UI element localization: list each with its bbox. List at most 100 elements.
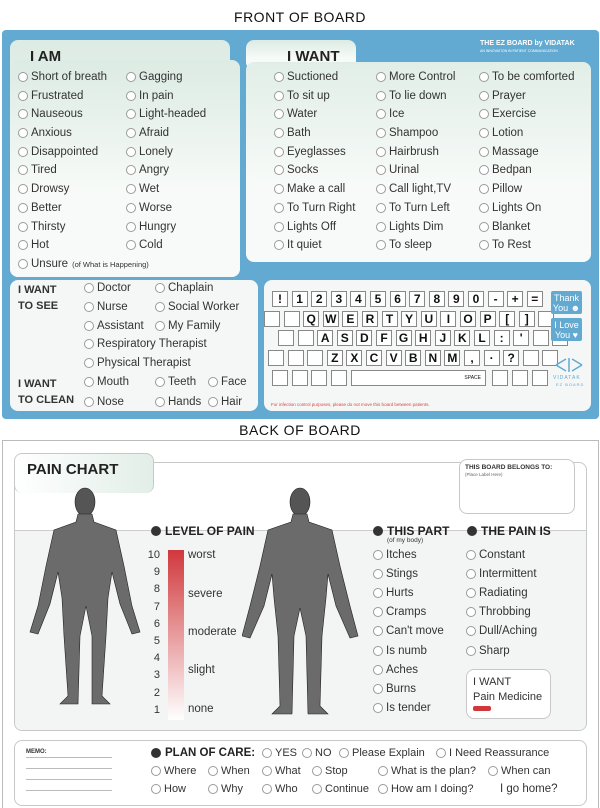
radio-pain-is[interactable]: Constant [466,549,525,561]
radio-i-want[interactable]: Blanket [479,221,530,233]
radio-this-part[interactable]: Itches [373,549,417,561]
radio-i-want[interactable]: Suctioned [274,71,338,83]
radio-i-want[interactable]: Shampoo [376,127,438,139]
radio-i-am[interactable]: Frustrated [18,90,83,102]
radio-i-want[interactable]: Pillow [479,183,522,195]
radio-i-want[interactable]: It quiet [274,239,322,251]
keyboard-key[interactable] [522,350,539,366]
keyboard-key[interactable] [291,370,308,386]
keyboard-key[interactable]: , [464,350,480,366]
radio-i-want[interactable]: To Turn Right [274,202,355,214]
pain-level-number[interactable]: 9 [146,566,160,578]
pain-level-number[interactable]: 3 [146,669,160,681]
radio-i-want[interactable]: Ice [376,108,404,120]
radio-see[interactable]: Physical Therapist [84,357,191,369]
keyboard-key[interactable]: R [362,311,378,327]
memo-line[interactable] [26,790,112,791]
radio-unsure[interactable]: Unsure (of What is Happening) [18,258,149,270]
radio-i-want[interactable]: Call light,TV [376,183,451,195]
keyboard-key[interactable]: · [483,350,500,366]
radio-i-am[interactable]: Short of breath [18,71,107,83]
keyboard-key[interactable] [330,370,347,386]
radio-see[interactable]: Respiratory Therapist [84,338,207,350]
radio-i-am[interactable]: Lonely [126,146,173,158]
radio-i-want[interactable]: Bedpan [479,164,532,176]
keyboard-key[interactable]: L [474,330,490,346]
radio-clean[interactable]: Hands [155,396,201,408]
keyboard-key[interactable] [268,350,284,366]
keyboard-key[interactable]: O [460,311,476,327]
keyboard-key[interactable]: ] [518,311,535,327]
keyboard-key[interactable]: Q [303,311,320,327]
radio-see[interactable]: Social Worker [155,301,239,313]
keyboard-key[interactable] [287,350,304,366]
keyboard-key[interactable]: K [454,330,471,346]
radio-i-want[interactable]: Water [274,108,317,120]
keyboard-key[interactable]: + [507,291,524,307]
keyboard-key[interactable] [307,350,324,366]
keyboard-key[interactable]: = [526,291,543,307]
keyboard-key[interactable]: ? [503,350,520,366]
pain-level-number[interactable]: 10 [146,549,160,561]
space-bar[interactable]: SPACE [351,370,486,386]
pain-level-number[interactable]: 6 [146,618,160,630]
radio-i-want[interactable]: To Turn Left [376,202,450,214]
radio-plan[interactable]: YES [262,747,297,759]
keyboard-key[interactable]: Y [401,311,418,327]
radio-i-want[interactable]: Bath [274,127,311,139]
radio-see[interactable]: Chaplain [155,282,213,294]
radio-i-want[interactable]: Eyeglasses [274,146,346,158]
radio-i-am[interactable]: Thirsty [18,221,66,233]
radio-i-want[interactable]: Lights Dim [376,221,443,233]
radio-i-am[interactable]: Anxious [18,127,72,139]
radio-clean[interactable]: Nose [84,396,124,408]
pain-level-number[interactable]: 2 [146,687,160,699]
keyboard-key[interactable]: 5 [370,291,386,307]
radio-this-part[interactable]: Burns [373,683,416,695]
keyboard-key[interactable]: 7 [409,291,426,307]
keyboard-key[interactable] [272,370,288,386]
radio-i-want[interactable]: Massage [479,146,539,158]
keyboard-key[interactable]: I [440,311,457,327]
radio-pain-is[interactable]: Sharp [466,645,510,657]
keyboard-key[interactable]: A [317,330,334,346]
radio-i-want[interactable]: To sleep [376,239,432,251]
radio-i-want[interactable]: Socks [274,164,318,176]
radio-plan[interactable]: When can [488,765,551,777]
keyboard-key[interactable] [492,370,508,386]
pain-level-number[interactable]: 1 [146,704,160,716]
radio-i-want[interactable]: Lights On [479,202,541,214]
radio-plan[interactable]: I Need Reassurance [436,747,549,759]
radio-pain-is[interactable]: Radiating [466,587,528,599]
keyboard-key[interactable]: P [479,311,496,327]
keyboard-key[interactable]: - [487,291,504,307]
radio-i-want[interactable]: Make a call [274,183,345,195]
radio-clean[interactable]: Teeth [155,376,196,388]
pain-level-number[interactable]: 7 [146,601,160,613]
radio-i-want[interactable]: More Control [376,71,455,83]
keyboard-key[interactable]: U [420,311,437,327]
radio-i-am[interactable]: Tired [18,164,57,176]
keyboard-key[interactable]: H [415,330,432,346]
radio-plan[interactable]: Where [151,765,196,777]
radio-plan[interactable]: How [151,783,186,795]
radio-this-part[interactable]: Is tender [373,702,431,714]
radio-i-am[interactable]: Afraid [126,127,169,139]
radio-i-want[interactable]: Urinal [376,164,419,176]
radio-this-part[interactable]: Hurts [373,587,413,599]
pain-level-number[interactable]: 5 [146,635,160,647]
radio-plan[interactable]: Continue [312,783,369,795]
radio-i-want[interactable]: Lights Off [274,221,336,233]
thank-you-button[interactable]: Thank You ☻ [551,291,582,314]
keyboard-key[interactable]: 1 [291,291,308,307]
memo-line[interactable] [26,768,112,769]
radio-i-am[interactable]: Worse [126,202,172,214]
radio-i-am[interactable]: Wet [126,183,159,195]
radio-i-want[interactable]: To sit up [274,90,330,102]
radio-i-want[interactable]: To lie down [376,90,447,102]
keyboard-key[interactable]: 8 [428,291,445,307]
keyboard-key[interactable] [512,370,528,386]
radio-pain-is[interactable]: Intermittent [466,568,537,580]
keyboard-key[interactable] [278,330,294,346]
keyboard-key[interactable]: ' [513,330,530,346]
